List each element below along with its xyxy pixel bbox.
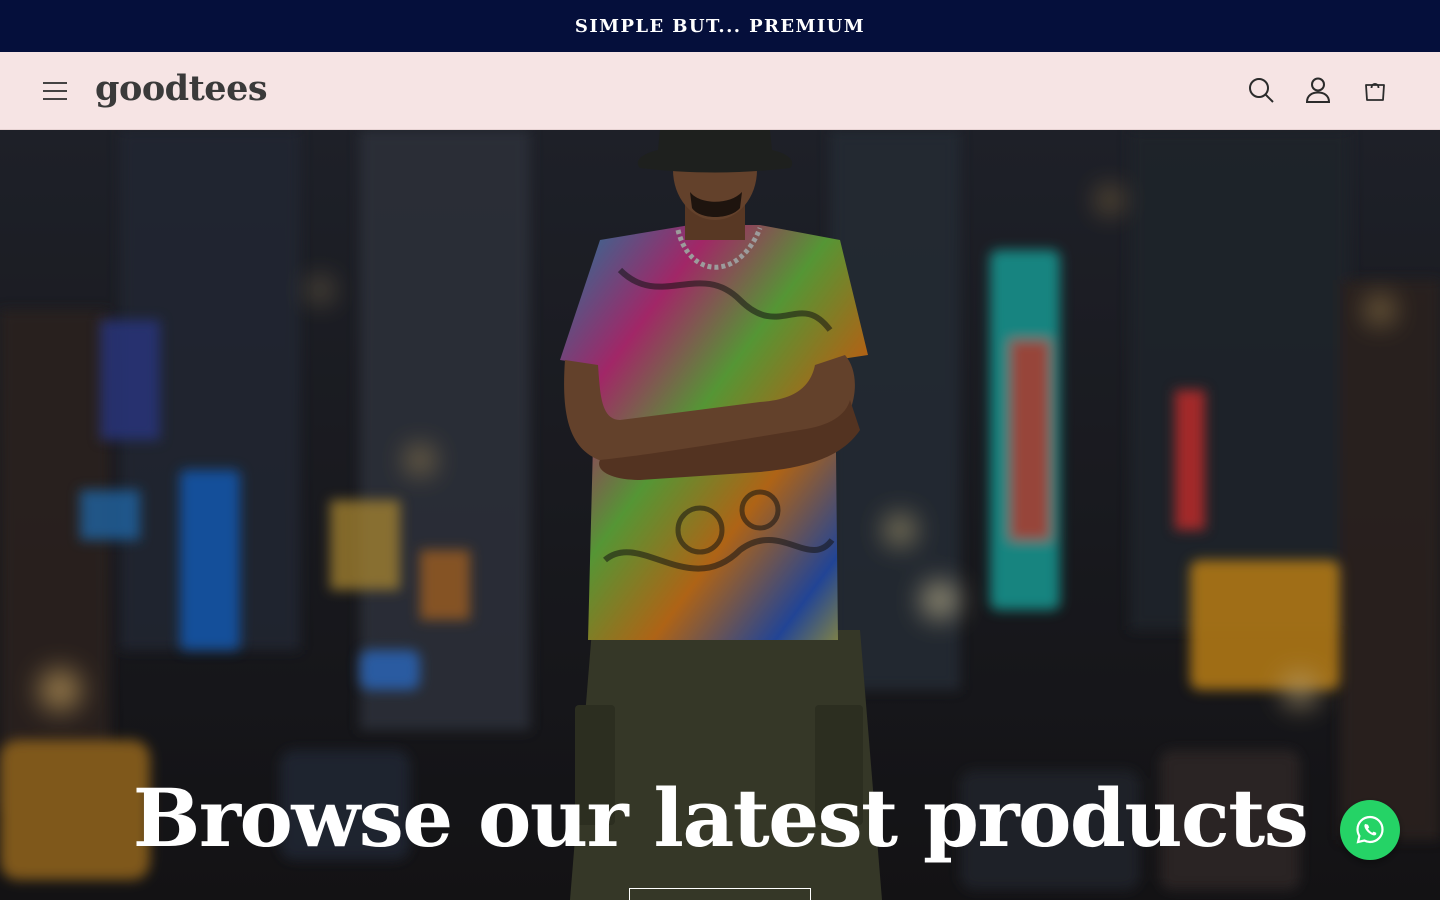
menu-button[interactable] <box>36 72 74 110</box>
announcement-bar: SIMPLE BUT... PREMIUM <box>0 0 1440 52</box>
hero-banner: Browse our latest products <box>0 130 1440 900</box>
site-header: goodtees <box>0 52 1440 130</box>
account-button[interactable] <box>1298 70 1338 110</box>
account-icon <box>1305 77 1331 103</box>
cart-button[interactable] <box>1355 70 1395 110</box>
search-icon <box>1249 78 1274 103</box>
whatsapp-chat-button[interactable] <box>1340 800 1400 860</box>
whatsapp-icon <box>1356 815 1384 844</box>
hero-heading: Browse our latest products <box>132 771 1309 865</box>
announcement-text: SIMPLE BUT... PREMIUM <box>574 15 866 37</box>
hero-cta-button[interactable] <box>629 888 811 900</box>
hamburger-menu-icon <box>43 82 67 100</box>
site-logo[interactable]: goodtees <box>95 67 268 111</box>
cart-icon <box>1365 82 1385 101</box>
search-button[interactable] <box>1241 70 1281 110</box>
